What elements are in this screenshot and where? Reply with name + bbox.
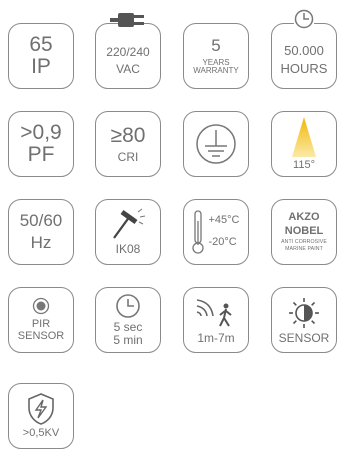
- lifetime-hours-unit: HOURS: [280, 61, 328, 76]
- marine-paint-label: MARINE PAINT: [285, 245, 323, 252]
- akzo-label: AKZO: [288, 211, 320, 223]
- akzo-nobel-tile: AKZO NOBEL ANTI CORROSIVE MARINE PAINT: [271, 199, 337, 265]
- ip-rating-label: IP: [31, 55, 51, 78]
- light-beam-icon: [289, 117, 319, 159]
- temperature-min: -20°C: [208, 236, 237, 248]
- light-sensor-label: SENSOR: [278, 330, 330, 345]
- light-sensor-icon: [287, 296, 321, 330]
- light-sensor-tile: SENSOR: [271, 287, 337, 353]
- temperature-range-tile: +45°C -20°C: [183, 199, 249, 265]
- warranty-label: WARRANTY: [193, 65, 239, 75]
- voltage-value: 220/240: [106, 45, 150, 60]
- frequency-value: 50/60: [19, 211, 63, 231]
- anti-corrosive-label: ANTI CORROSIVE: [281, 239, 327, 246]
- motion-range-value: 1m-7m: [197, 330, 235, 345]
- timer-tile: 5 sec 5 min: [95, 287, 161, 353]
- surge-protection-value: >0,5KV: [22, 427, 60, 440]
- warranty-value: 5: [211, 35, 221, 55]
- lifetime-hours-tile: 50.000 HOURS: [271, 9, 337, 89]
- nobel-label: NOBEL: [284, 224, 324, 237]
- pir-sensor-label: SENSOR: [17, 330, 65, 342]
- frequency-tile: 50/60 Hz: [8, 199, 74, 265]
- timer-max-value: 5 min: [113, 333, 143, 347]
- hammer-impact-icon: [108, 208, 148, 240]
- motion-person-icon: [193, 296, 239, 332]
- ip-rating-value: 65: [29, 32, 53, 56]
- cri-label: CRI: [117, 149, 139, 164]
- power-factor-label: PF: [27, 143, 55, 166]
- power-factor-tile: >0,9 PF: [8, 111, 74, 177]
- pir-sensor-tile: PIR SENSOR: [8, 287, 74, 353]
- grounding-tile: [183, 111, 249, 177]
- warranty-tile: 5 YEARS WARRANTY: [183, 23, 249, 89]
- temperature-max: +45°C: [208, 214, 240, 227]
- clock-icon: [294, 9, 314, 29]
- surge-protection-tile: >0,5KV: [8, 383, 74, 449]
- voltage-unit: VAC: [116, 62, 140, 76]
- motion-range-tile: 1m-7m: [183, 287, 249, 353]
- power-factor-value: >0,9: [20, 120, 62, 144]
- frequency-unit: Hz: [30, 233, 52, 252]
- ground-symbol-icon: [194, 122, 238, 166]
- pir-sensor-icon: [32, 297, 50, 315]
- lifetime-hours-value: 50.000: [284, 43, 324, 59]
- beam-angle-value: 115°: [293, 159, 315, 172]
- ip-rating-tile: 65 IP: [8, 23, 74, 89]
- impact-rating-tile: IK08: [95, 199, 161, 265]
- voltage-tile: 220/240 VAC: [95, 13, 161, 89]
- power-plug-icon: [110, 10, 148, 30]
- cri-value: ≥80: [110, 123, 146, 147]
- thermometer-icon: [192, 209, 205, 255]
- beam-angle-tile: 115°: [271, 111, 337, 177]
- impact-rating-value: IK08: [115, 242, 141, 257]
- surge-shield-icon: [26, 392, 56, 426]
- cri-tile: ≥80 CRI: [95, 111, 161, 177]
- clock-icon: [115, 293, 141, 319]
